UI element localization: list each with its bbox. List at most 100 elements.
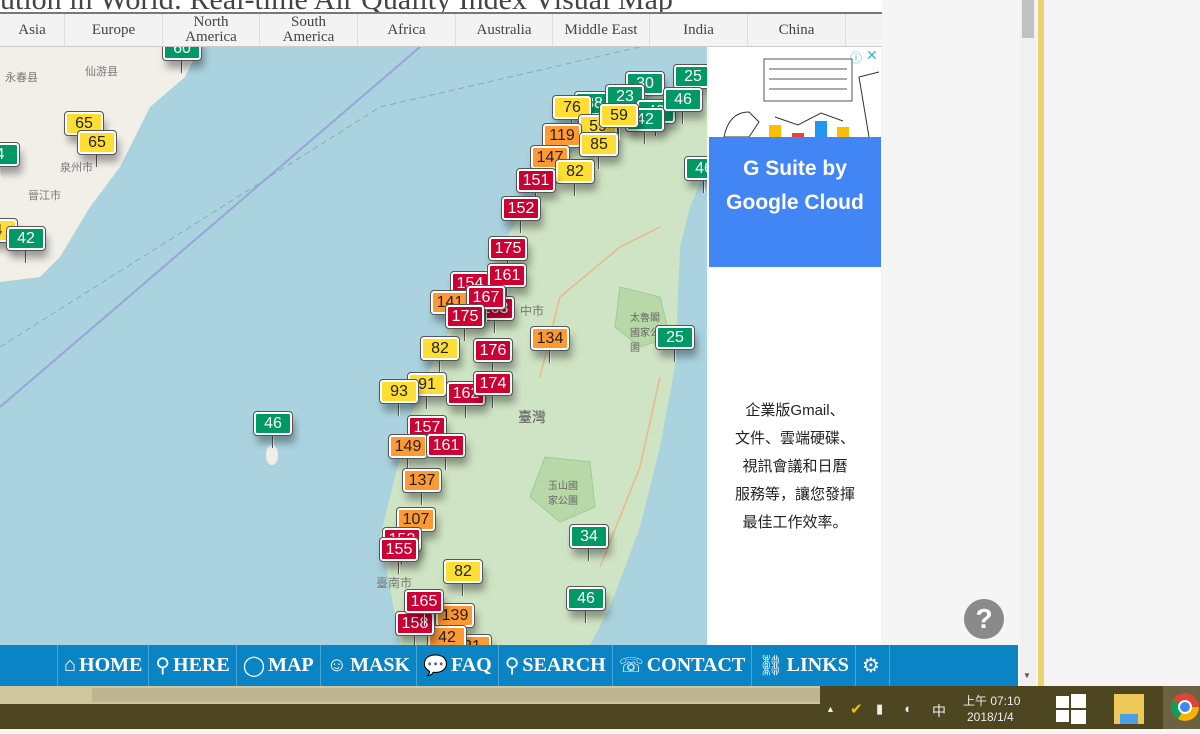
- nav-contact[interactable]: ☏ CONTACT: [611, 645, 752, 686]
- aqi-marker[interactable]: 174: [473, 371, 513, 396]
- map-label-taichung: 中市: [520, 304, 545, 318]
- aqi-marker[interactable]: 4: [0, 142, 20, 167]
- aqi-marker[interactable]: 149: [388, 434, 428, 459]
- nav-links[interactable]: ⛓ LINKS: [751, 645, 855, 686]
- aqi-marker[interactable]: 46: [566, 586, 606, 611]
- aqi-marker-stem: [549, 349, 551, 363]
- ad-body: 企業版Gmail、 文件、雲端硬碟、 視訊會議和日曆 服務等，讓您發揮 最佳工作…: [709, 397, 881, 537]
- chrome-taskbar-button[interactable]: [1163, 686, 1200, 729]
- tab-africa[interactable]: Africa: [358, 14, 456, 46]
- aqi-marker[interactable]: 119: [542, 123, 582, 148]
- aqi-marker[interactable]: 25: [673, 64, 707, 89]
- aqi-marker[interactable]: 137: [402, 468, 442, 493]
- aqi-marker-stem: [644, 130, 646, 144]
- aqi-marker-stem: [588, 547, 590, 561]
- tray-app-icon[interactable]: ✔: [850, 700, 863, 718]
- aqi-marker-stem: [465, 404, 467, 418]
- aqi-marker[interactable]: 46: [663, 87, 703, 112]
- aqi-map[interactable]: 臺灣 太魯閣國家公園 玉山國家公園 臺南市 中市 泉州市 晉江市 永春县 仙游县…: [0, 47, 707, 645]
- ad-info-icon[interactable]: ⓘ: [850, 49, 862, 66]
- aqi-marker-stem: [423, 612, 425, 626]
- region-tabs: Asia Europe North America South America …: [0, 14, 882, 47]
- nav-label: MAP: [268, 654, 314, 676]
- aqi-marker[interactable]: 25: [655, 325, 695, 350]
- aqi-marker[interactable]: 134: [530, 326, 570, 351]
- gear-icon: ⚙: [861, 655, 880, 677]
- aqi-marker[interactable]: 82: [555, 159, 595, 184]
- nav-search[interactable]: ⚲ SEARCH: [497, 645, 612, 686]
- tab-india[interactable]: India: [650, 14, 748, 46]
- page-title: ution in World: Real-time Air Quality In…: [0, 0, 882, 14]
- nav-faq[interactable]: 💬 FAQ: [416, 645, 498, 686]
- aqi-marker-stem: [485, 308, 487, 322]
- aqi-marker[interactable]: 46: [253, 411, 293, 436]
- nav-label: FAQ: [450, 654, 492, 676]
- volume-icon[interactable]: ◖: [903, 701, 911, 716]
- aqi-marker[interactable]: 151: [516, 168, 556, 193]
- aqi-marker[interactable]: 158: [395, 611, 435, 636]
- tab-australia[interactable]: Australia: [456, 14, 553, 46]
- vertical-scrollbar[interactable]: [1020, 0, 1036, 685]
- aqi-marker[interactable]: 59: [599, 103, 639, 128]
- home-icon: ⌂: [64, 654, 77, 676]
- aqi-marker-stem: [703, 179, 705, 193]
- tab-asia[interactable]: Asia: [0, 14, 65, 46]
- aqi-marker[interactable]: 175: [488, 236, 528, 261]
- vertical-scrollbar-thumb[interactable]: [1022, 0, 1034, 38]
- aqi-marker-stem: [398, 560, 400, 574]
- map-label-quanzhou: 泉州市: [60, 162, 93, 174]
- aqi-marker[interactable]: 34: [569, 524, 609, 549]
- nav-label: LINKS: [786, 654, 849, 676]
- aqi-marker[interactable]: 161: [426, 433, 466, 458]
- ad-headline[interactable]: G Suite by Google Cloud: [709, 137, 881, 267]
- aqi-marker-stem: [421, 491, 423, 505]
- network-icon[interactable]: ▮: [876, 701, 883, 717]
- aqi-marker[interactable]: 93: [379, 379, 419, 404]
- aqi-marker[interactable]: 42: [6, 226, 46, 251]
- aqi-marker[interactable]: 85: [579, 132, 619, 157]
- tab-europe[interactable]: Europe: [65, 14, 163, 46]
- ad-panel[interactable]: ⓘ ✕ G Suite by Google Cloud 企業版Gmail、 文件…: [709, 47, 881, 645]
- nav-here[interactable]: ⚲ HERE: [148, 645, 235, 686]
- aqi-marker[interactable]: 46: [684, 156, 707, 181]
- aqi-marker[interactable]: 65: [77, 130, 117, 155]
- nav-home[interactable]: ⌂ HOME: [57, 645, 148, 686]
- aqi-marker[interactable]: 161: [487, 263, 527, 288]
- nav-label: MASK: [350, 654, 411, 676]
- ad-close-icon[interactable]: ✕: [866, 47, 878, 64]
- tab-south-america[interactable]: South America: [260, 14, 358, 46]
- aqi-marker-stem: [426, 395, 428, 409]
- aqi-marker-stem: [96, 153, 98, 167]
- aqi-marker-stem: [445, 456, 447, 470]
- window-frame: [1038, 0, 1044, 695]
- nav-mask[interactable]: ☺ MASK: [319, 645, 416, 686]
- ime-indicator[interactable]: 中: [932, 701, 946, 721]
- aqi-marker[interactable]: 152: [501, 196, 541, 221]
- nav-map[interactable]: ◯ MAP: [235, 645, 320, 686]
- scroll-down-arrow-icon[interactable]: ▼: [1023, 671, 1031, 680]
- aqi-marker[interactable]: 60: [162, 47, 202, 61]
- tray-expand-icon[interactable]: ▲: [826, 704, 835, 714]
- link-icon: ⛓: [758, 655, 784, 677]
- tab-china[interactable]: China: [748, 14, 846, 46]
- tab-north-america[interactable]: North America: [163, 14, 260, 46]
- aqi-marker-stem: [464, 327, 466, 341]
- help-button[interactable]: ?: [964, 599, 1004, 639]
- file-explorer-icon[interactable]: [1112, 690, 1146, 726]
- aqi-marker-stem: [439, 359, 441, 373]
- clock-time[interactable]: 上午 07:10: [963, 692, 1020, 709]
- aqi-marker[interactable]: 165: [404, 589, 444, 614]
- aqi-marker[interactable]: 82: [443, 559, 483, 584]
- faq-bubble-icon: 💬: [423, 655, 448, 677]
- aqi-marker[interactable]: 155: [379, 537, 419, 562]
- aqi-marker[interactable]: 176: [473, 338, 513, 363]
- tab-middle-east[interactable]: Middle East: [553, 14, 650, 46]
- ad-body-line: 服務等，讓您發揮: [734, 486, 855, 503]
- aqi-marker[interactable]: 175: [445, 304, 485, 329]
- aqi-marker[interactable]: 82: [420, 336, 460, 361]
- location-pin-icon: ⚲: [155, 655, 171, 677]
- clock-date[interactable]: 2018/1/4: [967, 710, 1014, 724]
- nav-settings[interactable]: ⚙: [854, 645, 890, 686]
- contact-icon: ☏: [618, 655, 644, 677]
- windows-start-icon[interactable]: [1056, 694, 1086, 724]
